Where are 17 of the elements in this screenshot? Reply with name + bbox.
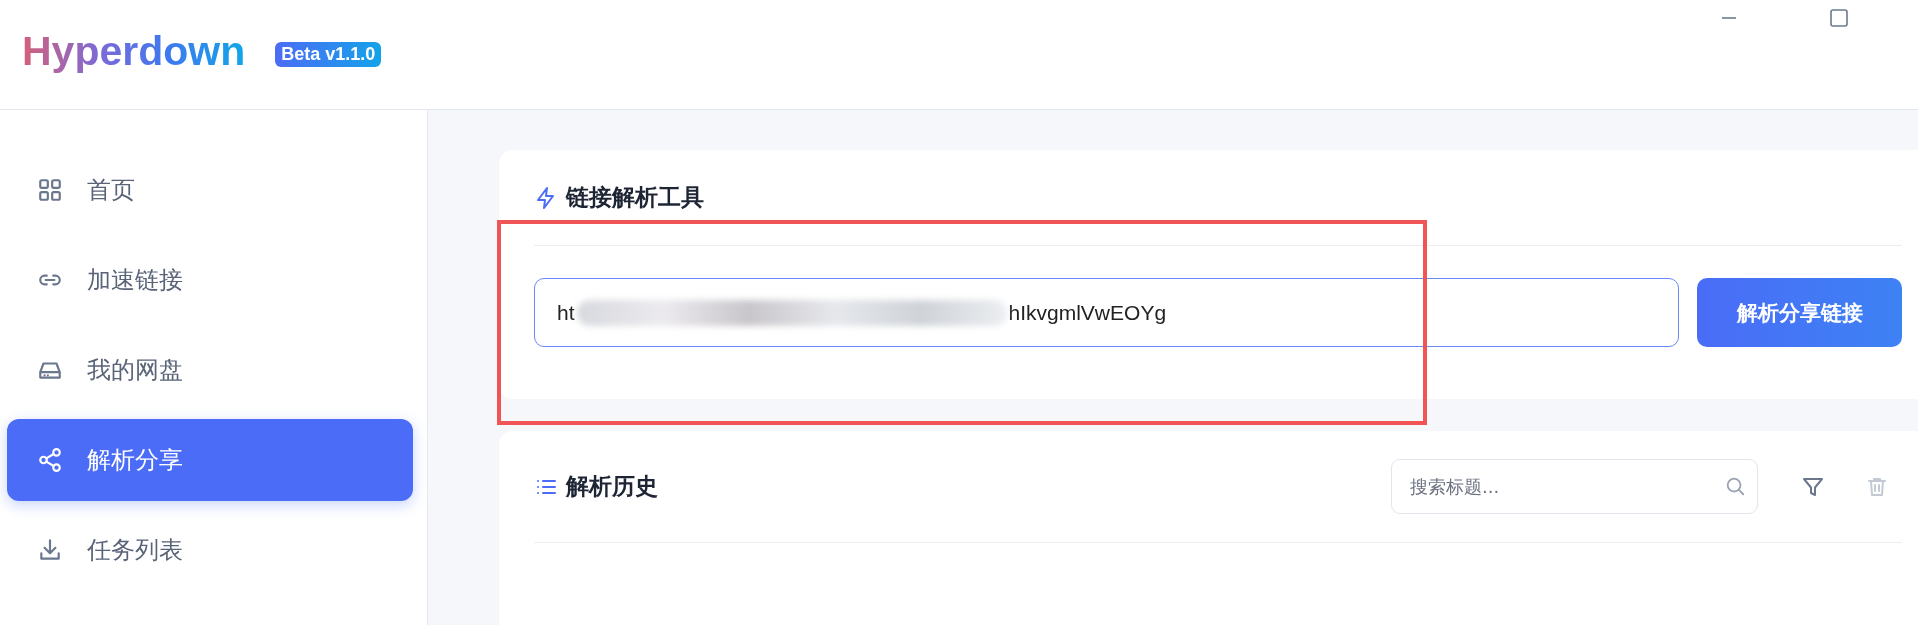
minimize-icon: [1721, 17, 1737, 19]
parse-button[interactable]: 解析分享链接: [1697, 278, 1902, 347]
grid-icon: [37, 177, 63, 203]
maximize-icon: [1830, 9, 1848, 27]
search-icon: [1724, 475, 1746, 498]
section-title: 解析历史: [566, 472, 659, 502]
url-field[interactable]: ht hIkvgmlVwEOYg: [534, 278, 1679, 347]
search-field[interactable]: 搜索标题...: [1391, 459, 1758, 515]
sidebar-item[interactable]: 我的网盘: [7, 329, 413, 411]
sidebar-item[interactable]: 加速链接: [7, 239, 413, 321]
section-title: 链接解析工具: [566, 183, 704, 212]
download-icon: [37, 537, 63, 563]
version-badge: Beta v1.1.0: [275, 42, 382, 67]
sidebar-item[interactable]: 解析分享: [7, 419, 413, 501]
sidebar-item[interactable]: 首页: [7, 149, 413, 231]
share-icon: [37, 447, 63, 473]
sidebar-item[interactable]: 任务列表: [7, 509, 413, 591]
